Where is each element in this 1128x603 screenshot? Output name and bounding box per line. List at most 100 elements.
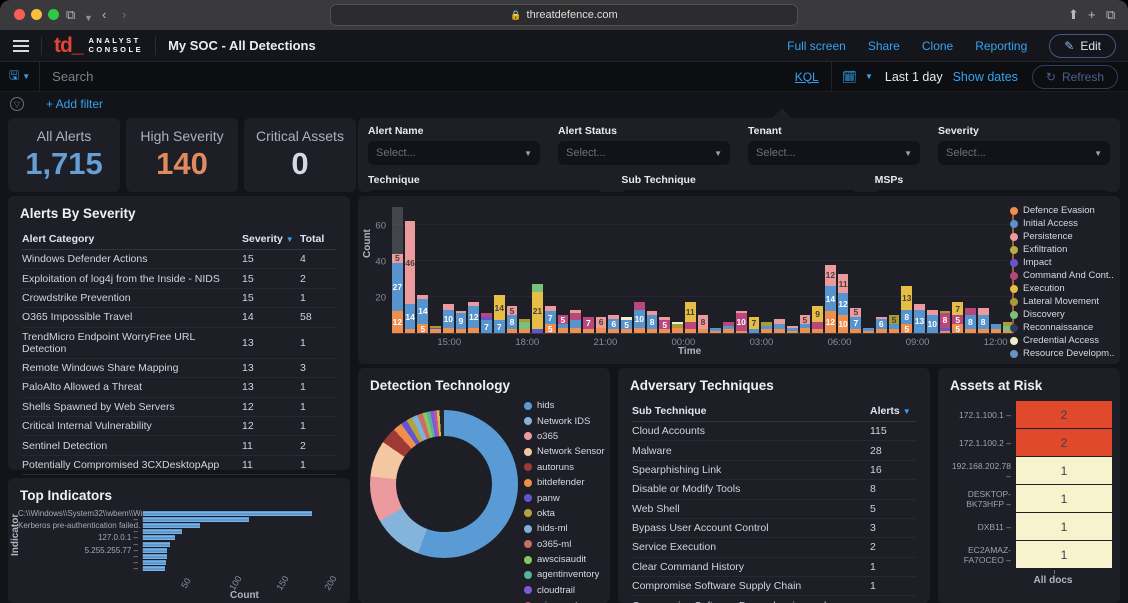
bar-segment[interactable]: 7 [481,320,492,333]
bar-segment[interactable]: 5 [901,324,912,333]
bar-segment[interactable]: 12 [838,293,849,315]
bar-segment[interactable]: 8 [978,315,989,329]
stacked-bar[interactable] [430,326,441,333]
bar-segment[interactable]: 9 [456,313,467,329]
reporting-link[interactable]: Reporting [975,39,1027,53]
stacked-bar[interactable] [723,322,734,333]
stacked-bar[interactable] [787,326,798,333]
stacked-bar[interactable]: 8 [647,311,658,333]
stacked-bar[interactable] [991,324,1002,333]
legend-item[interactable]: bitdefender [524,475,605,490]
bar-segment[interactable] [850,329,861,333]
bar-segment[interactable]: 11 [685,302,696,322]
heatmap-row[interactable]: 172.1.100.2 – 2 [946,429,1112,456]
bar-segment[interactable]: 5 [952,315,963,324]
back-icon[interactable]: ‹ [102,7,106,23]
bar-segment[interactable] [863,331,874,333]
stacked-bar[interactable]: 11 [685,302,696,333]
indicator-bar[interactable] [142,542,170,547]
legend-item[interactable]: okta [524,506,605,521]
bar-segment[interactable] [978,329,989,333]
stacked-bar[interactable]: 1446 [405,221,416,333]
show-dates-link[interactable]: Show dates [953,70,1018,84]
legend-item[interactable]: Resource Developm... [1010,347,1114,360]
heatmap-cell[interactable]: 1 [1016,457,1112,484]
legend-item[interactable]: agentinventory [524,567,605,582]
stacked-bar[interactable]: 12275 [392,207,403,333]
legend-item[interactable]: Impact [1010,256,1114,269]
bar-segment[interactable]: 9 [812,306,823,322]
heatmap-row[interactable]: EC2AMAZ-FA7OCEO – 1 [946,541,1112,568]
indicator-bar[interactable] [142,554,167,559]
stacked-bar[interactable]: 85 [507,306,518,333]
legend-item[interactable]: Network IDS [524,413,605,428]
bar-segment[interactable]: 10 [838,315,849,333]
stacked-bar[interactable]: 8 [978,308,989,333]
bar-segment[interactable]: 8 [965,315,976,329]
stacked-bar[interactable]: 57 [545,306,556,333]
column-header[interactable]: Severity ▼ [242,229,300,250]
legend-item[interactable]: Credential Access [1010,334,1114,347]
bar-segment[interactable]: 12 [468,306,479,328]
heatmap-row[interactable]: DXB11 – 1 [946,513,1112,540]
bar-segment[interactable] [570,313,581,320]
bar-segment[interactable] [596,328,607,333]
clone-link[interactable]: Clone [922,39,953,53]
bar-segment[interactable]: 7 [583,317,594,330]
bar-segment[interactable] [749,329,760,333]
stacked-bar[interactable] [519,319,530,333]
indicator-bar[interactable] [142,535,175,540]
bar-segment[interactable]: 5 [952,324,963,333]
legend-item[interactable]: Execution [1010,282,1114,295]
stacked-bar[interactable]: 5 [621,317,632,333]
filter-select[interactable]: Select...▼ [621,190,856,192]
stacked-bar[interactable]: 101211 [838,274,849,333]
assets-heatmap[interactable]: 172.1.100.1 – 2172.1.100.2 – 2192.168.20… [938,393,1120,568]
full-screen-link[interactable]: Full screen [787,39,846,53]
window-minimize-button[interactable] [31,9,42,20]
bar-segment[interactable]: 46 [405,221,416,304]
bar-segment[interactable]: 5 [889,315,900,324]
forward-icon[interactable]: › [122,7,126,23]
filter-select[interactable]: Select...▼ [368,141,540,165]
window-close-button[interactable] [14,9,25,20]
refresh-button[interactable]: ↻ Refresh [1032,65,1118,89]
address-bar[interactable]: 🔒 threatdefence.com [330,4,798,26]
bar-segment[interactable] [468,328,479,333]
bar-segment[interactable] [558,328,569,333]
stacked-bar[interactable]: 7 [583,317,594,333]
indicator-bar[interactable] [142,517,249,522]
bar-segment[interactable] [430,329,441,333]
stacked-bar[interactable]: 10 [927,310,938,333]
bar-segment[interactable]: 5 [800,315,811,324]
stacked-bar[interactable]: 9 [812,306,823,333]
share-page-icon[interactable]: ⬆ [1068,7,1079,23]
bar-segment[interactable] [659,329,670,333]
bar-segment[interactable]: 10 [736,313,747,331]
stacked-bar[interactable]: 8 [965,308,976,333]
window-zoom-button[interactable] [48,9,59,20]
stacked-bar[interactable]: 75 [850,308,861,333]
bar-segment[interactable] [812,322,823,329]
legend-item[interactable]: cloudtrail [524,583,605,598]
heatmap-row[interactable]: DESKTOP-BK73HFP – 1 [946,485,1112,512]
column-header[interactable]: Alerts ▼ [870,401,916,422]
bar-segment[interactable] [889,329,900,333]
bar-segment[interactable]: 12 [392,311,403,333]
stacked-bar[interactable]: 6 [608,315,619,333]
heatmap-cell[interactable]: 2 [1016,401,1112,428]
legend-item[interactable]: Reconnaissance [1010,321,1114,334]
edit-button[interactable]: ✎ Edit [1049,34,1116,58]
stacked-bar[interactable] [774,319,785,333]
bar-segment[interactable] [519,322,530,329]
legend-item[interactable]: hids [524,398,605,413]
indicator-bar[interactable] [142,511,312,516]
bar-segment[interactable]: 8 [901,310,912,324]
stacked-bar[interactable]: 10 [634,302,645,333]
time-range-value[interactable]: Last 1 day [885,70,943,84]
stacked-bar[interactable]: 514 [417,295,428,333]
bar-segment[interactable]: 14 [417,299,428,324]
filter-select[interactable]: Select...▼ [938,141,1110,165]
menu-icon[interactable] [13,40,29,52]
legend-item[interactable]: autoruns [524,460,605,475]
